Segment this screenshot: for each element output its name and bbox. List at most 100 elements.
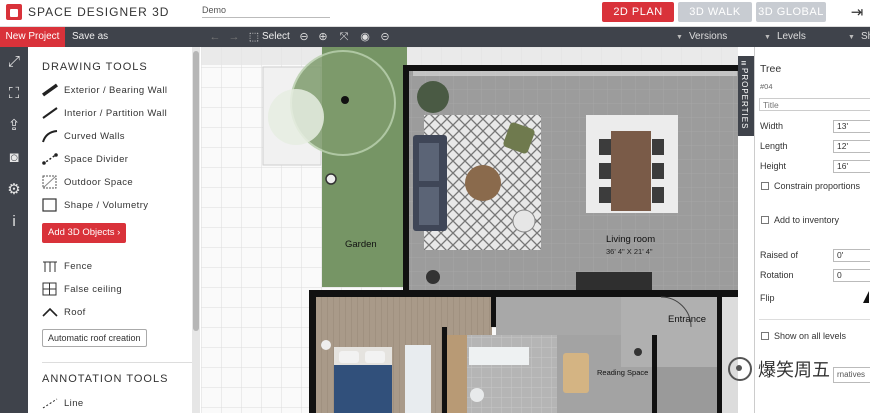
wall	[403, 65, 738, 71]
more-options-icon[interactable]: ⊝	[378, 30, 392, 44]
save-as-button[interactable]: Save as	[72, 27, 108, 47]
tool-space-divider[interactable]: Space Divider	[42, 151, 128, 167]
undo-icon[interactable]: ←	[208, 30, 222, 44]
tool-label: Line	[64, 397, 84, 409]
rotation-label: Rotation	[760, 270, 794, 280]
furniture-icon[interactable]: ⛶	[3, 83, 25, 105]
reading-chair[interactable]	[563, 353, 589, 393]
length-input[interactable]: 12'	[833, 140, 870, 153]
tools-scrollbar[interactable]	[192, 47, 200, 413]
dining-chair	[599, 187, 611, 203]
floor-plan[interactable]: Garden Living room 36' 4" X 21' 4" Readi…	[201, 47, 738, 413]
alternatives-button[interactable]: rnatives	[833, 367, 870, 383]
rotate-handle-icon[interactable]	[325, 173, 337, 185]
automatic-roof-button[interactable]: Automatic roof creation	[42, 329, 147, 347]
share-menu[interactable]: ▼ Sh	[848, 27, 870, 48]
watermark-text: 爆笑周五	[758, 360, 830, 380]
tool-label: Exterior / Bearing Wall	[64, 84, 168, 96]
project-name-field[interactable]: Demo	[202, 5, 330, 18]
rotation-input[interactable]: 0	[833, 269, 870, 282]
height-input[interactable]: 16'	[833, 160, 870, 173]
add-inventory-checkbox[interactable]	[761, 216, 769, 224]
tool-roof[interactable]: Roof	[42, 304, 86, 320]
levels-label: Levels	[776, 31, 806, 42]
tab-3d-global[interactable]: 3D GLOBAL	[756, 2, 826, 22]
tool-outdoor-space[interactable]: Outdoor Space	[42, 174, 133, 190]
coffee-table[interactable]	[465, 165, 501, 201]
tool-label: Shape / Volumetry	[64, 199, 149, 211]
tool-label: Curved Walls	[64, 130, 125, 142]
tool-curved-walls[interactable]: Curved Walls	[42, 128, 125, 144]
info-icon[interactable]: i	[3, 211, 25, 233]
center-icon[interactable]: ◉	[358, 30, 372, 44]
scroll-thumb[interactable]	[193, 51, 199, 331]
reading-space-label: Reading Space	[597, 368, 648, 377]
dining-table[interactable]	[611, 131, 651, 211]
title-input[interactable]	[759, 98, 870, 111]
tool-exterior-wall[interactable]: Exterior / Bearing Wall	[42, 82, 167, 98]
floor-lamp[interactable]	[426, 270, 440, 284]
dining-chair	[652, 139, 664, 155]
new-project-button[interactable]: New Project	[0, 27, 65, 47]
shape-icon	[42, 198, 57, 212]
fit-screen-icon[interactable]: ⤧	[337, 30, 351, 44]
tree-center-handle[interactable]	[341, 96, 349, 104]
tool-false-ceiling[interactable]: False ceiling	[42, 281, 122, 297]
plan-canvas[interactable]: Garden Living room 36' 4" X 21' 4" Readi…	[201, 47, 738, 413]
plant[interactable]	[417, 81, 449, 113]
raised-input[interactable]: 0'	[833, 249, 870, 262]
levels-menu[interactable]: ▼ Levels	[764, 27, 806, 48]
app-logo[interactable]: SPACE DESIGNER 3D	[6, 4, 169, 20]
dining-chair	[652, 187, 664, 203]
settings-icon[interactable]: ⚙	[3, 179, 25, 201]
tools-panel: DRAWING TOOLS Exterior / Bearing Wall In…	[28, 47, 200, 413]
export-icon[interactable]: ⇪	[3, 115, 25, 137]
flip-icon[interactable]	[863, 291, 869, 303]
wall	[309, 290, 316, 413]
tool-fence[interactable]: Fence	[42, 258, 92, 274]
drawing-tools-title: DRAWING TOOLS	[42, 61, 148, 73]
show-all-levels-checkbox[interactable]	[761, 332, 769, 340]
caret-down-icon: ▼	[676, 34, 683, 41]
sink[interactable]	[470, 388, 484, 402]
constrain-checkbox[interactable]	[761, 182, 769, 190]
bedside-lamp	[321, 340, 331, 350]
redo-icon[interactable]: →	[227, 30, 241, 44]
wall	[652, 335, 657, 413]
object-name: Tree	[760, 63, 782, 75]
select-tool-label[interactable]: Select	[262, 27, 290, 47]
tool-label: Fence	[64, 260, 93, 272]
properties-tab[interactable]: ≡ PROPERTIES	[738, 56, 754, 136]
zoom-in-icon[interactable]: ⊕	[316, 30, 330, 44]
camera-icon[interactable]: ◙	[3, 147, 25, 169]
tv-console[interactable]	[576, 272, 652, 290]
tool-shape-volumetry[interactable]: Shape / Volumetry	[42, 197, 148, 213]
tab-3d-walk[interactable]: 3D WALK	[678, 2, 752, 22]
width-input[interactable]: 13'	[833, 120, 870, 133]
exit-icon[interactable]: ⇥	[848, 4, 866, 22]
measure-icon[interactable]: ⤢	[3, 51, 25, 73]
side-chair[interactable]	[512, 209, 536, 233]
living-room-label: Living room	[606, 234, 655, 245]
tool-interior-wall[interactable]: Interior / Partition Wall	[42, 105, 167, 121]
width-label: Width	[760, 121, 784, 131]
bathtub[interactable]	[469, 347, 529, 365]
space-divider-icon	[42, 153, 58, 165]
constrain-label: Constrain proportions	[774, 181, 861, 191]
living-room-dimensions: 36' 4" X 21' 4"	[606, 247, 653, 256]
properties-tab-label: PROPERTIES	[740, 68, 749, 130]
false-ceiling-icon	[42, 282, 57, 296]
tool-label: Roof	[64, 306, 86, 318]
sofa-cushion	[419, 143, 439, 181]
hallway-floor	[496, 297, 621, 335]
wall	[403, 65, 409, 290]
versions-menu[interactable]: ▼ Versions	[676, 27, 727, 48]
zoom-out-icon[interactable]: ⊖	[297, 30, 311, 44]
dresser[interactable]	[405, 345, 431, 413]
add-3d-objects-button[interactable]: Add 3D Objects ›	[42, 223, 127, 243]
bathroom-floor	[467, 335, 557, 413]
select-icon[interactable]: ⬚	[247, 30, 261, 44]
tab-2d-plan[interactable]: 2D PLAN	[602, 2, 674, 22]
tool-line[interactable]: Line	[42, 395, 84, 411]
height-label: Height	[760, 161, 787, 171]
